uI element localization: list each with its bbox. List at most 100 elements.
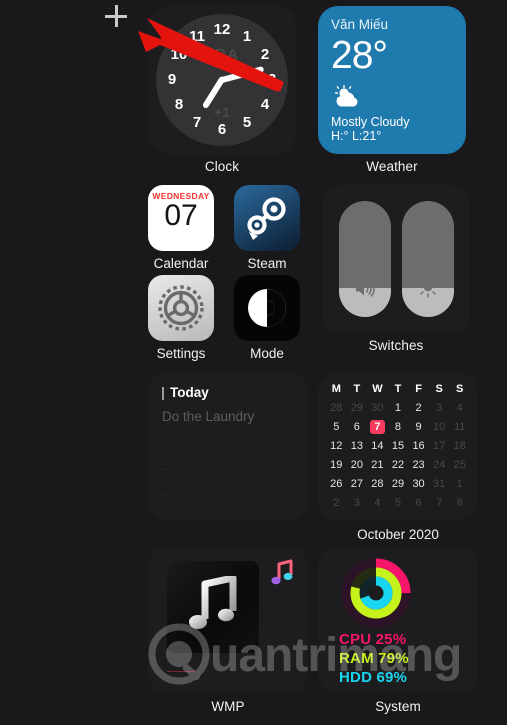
brightness-icon [402, 276, 454, 303]
calendar-day[interactable]: 30 [408, 477, 429, 491]
calendar-day[interactable]: 29 [347, 401, 368, 415]
wmp-widget[interactable] [148, 546, 308, 694]
calendar-day[interactable]: 6 [408, 496, 429, 510]
system-widget-cell[interactable]: CPU 25% RAM 79% HDD 69% System [318, 546, 478, 714]
calendar-day[interactable]: 1 [388, 401, 409, 415]
calendar-day[interactable]: 22 [388, 458, 409, 472]
cpu-usage-label: CPU 25% [339, 631, 407, 648]
clock-timezone-label: FRA [205, 46, 239, 63]
calendar-day[interactable]: 20 [347, 458, 368, 472]
calendar-day[interactable]: 16 [408, 439, 429, 453]
clock-widget-cell[interactable]: 12 1 2 3 4 5 6 7 8 9 10 11 FRA +1 Clock [148, 6, 296, 174]
calendar-day[interactable]: 5 [388, 496, 409, 510]
ram-usage-label: RAM 79% [339, 650, 409, 667]
weekday-header: S [435, 383, 443, 395]
calendar-day[interactable]: 9 [408, 420, 429, 434]
calendar-day[interactable]: 10 [429, 420, 450, 434]
clock-number: 3 [267, 71, 277, 88]
switches-widget-cell[interactable]: Switches [322, 185, 470, 353]
clock-number: 6 [217, 121, 227, 138]
calendar-day[interactable]: 2 [326, 496, 347, 510]
settings-app-label: Settings [156, 346, 206, 361]
month-weekday-header-row: M T W T F S S [326, 383, 470, 395]
calendar-day[interactable]: 29 [388, 477, 409, 491]
reminders-widget[interactable]: Today Do the Laundry – – – – [148, 372, 308, 520]
calendar-day[interactable]: 14 [367, 439, 388, 453]
mode-app-icon[interactable] [234, 275, 300, 341]
system-widget[interactable]: CPU 25% RAM 79% HDD 69% [318, 546, 478, 694]
calendar-day[interactable]: 1 [449, 477, 470, 491]
calendar-day[interactable]: 31 [429, 477, 450, 491]
settings-app-icon[interactable] [148, 275, 214, 341]
calendar-day[interactable]: 24 [429, 458, 450, 472]
settings-app-cell[interactable]: Settings [148, 275, 214, 361]
clock-widget[interactable]: 12 1 2 3 4 5 6 7 8 9 10 11 FRA +1 [148, 6, 296, 154]
add-widget-button[interactable] [104, 4, 128, 28]
volume-slider[interactable] [338, 201, 391, 317]
calendar-day[interactable]: 2 [408, 401, 429, 415]
month-calendar-caption: October 2020 [357, 527, 439, 542]
calendar-day[interactable]: 8 [388, 420, 409, 434]
calendar-day-selected[interactable]: 7 [367, 420, 388, 434]
calendar-day[interactable]: 15 [388, 439, 409, 453]
wmp-widget-cell[interactable]: WMP [148, 546, 308, 714]
calendar-day[interactable]: 5 [326, 420, 347, 434]
music-note-icon [189, 576, 237, 629]
month-calendar-widget[interactable]: M T W T F S S 28 29 30 1 2 3 4 5 6 7 8 9 10 11 12 13 14 1… [318, 372, 478, 520]
weekday-header: S [456, 383, 464, 395]
apple-music-icon [271, 559, 295, 592]
widget-row-4: Today Do the Laundry – – – – M T W T F S… [148, 372, 478, 542]
calendar-day[interactable]: 26 [326, 477, 347, 491]
calendar-day[interactable]: 30 [367, 401, 388, 415]
reminders-placeholder: – [162, 435, 170, 450]
calendar-day[interactable]: 28 [326, 401, 347, 415]
calendar-day[interactable]: 23 [408, 458, 429, 472]
widget-row-3: Settings Mode [148, 275, 300, 361]
calendar-day[interactable]: 28 [367, 477, 388, 491]
calendar-day[interactable]: 6 [347, 420, 368, 434]
calendar-day[interactable]: 11 [449, 420, 470, 434]
widget-desktop-screen: 12 1 2 3 4 5 6 7 8 9 10 11 FRA +1 Clock … [0, 0, 507, 725]
calendar-day[interactable]: 3 [347, 496, 368, 510]
calendar-day[interactable]: 18 [449, 439, 470, 453]
weather-widget-cell[interactable]: Văn Miếu 28° Mostly Cloudy H:° L:21° Wea… [318, 6, 466, 174]
calendar-app-label: Calendar [153, 256, 209, 271]
weekday-header: T [353, 383, 361, 395]
month-day-grid[interactable]: 28 29 30 1 2 3 4 5 6 7 8 9 10 11 12 13 14 15 16 17 18 19 20 21 2… [326, 401, 470, 510]
calendar-day[interactable]: 13 [347, 439, 368, 453]
calendar-day[interactable]: 27 [347, 477, 368, 491]
widget-row-1: 12 1 2 3 4 5 6 7 8 9 10 11 FRA +1 Clock … [148, 6, 466, 174]
system-widget-caption: System [375, 699, 421, 714]
calendar-icon-day: 07 [164, 199, 198, 232]
calendar-day[interactable]: 7 [429, 496, 450, 510]
brightness-slider[interactable] [401, 201, 454, 317]
calendar-day[interactable]: 4 [449, 401, 470, 415]
calendar-day[interactable]: 25 [449, 458, 470, 472]
calendar-day[interactable]: 21 [367, 458, 388, 472]
calendar-day[interactable]: 3 [429, 401, 450, 415]
reminders-widget-cell[interactable]: Today Do the Laundry – – – – [148, 372, 308, 542]
steam-app-icon[interactable] [234, 185, 300, 251]
weather-temperature: 28° [331, 34, 388, 77]
month-calendar-widget-cell[interactable]: M T W T F S S 28 29 30 1 2 3 4 5 6 7 8 9 10 11 12 13 14 1… [318, 372, 478, 542]
mode-app-cell[interactable]: Mode [234, 275, 300, 361]
widget-row-5: WMP CPU 25% RAM 79% HDD 69% System [148, 546, 478, 714]
clock-offset-label: +1 [214, 104, 230, 120]
calendar-day[interactable]: 19 [326, 458, 347, 472]
weekday-header: F [415, 383, 422, 395]
clock-number: 11 [189, 28, 205, 45]
weather-widget[interactable]: Văn Miếu 28° Mostly Cloudy H:° L:21° [318, 6, 466, 154]
calendar-day[interactable]: 17 [429, 439, 450, 453]
weather-condition: Mostly Cloudy [331, 115, 410, 129]
wmp-progress-bar[interactable] [167, 670, 195, 672]
reminders-task[interactable]: Do the Laundry [162, 409, 294, 424]
calendar-day[interactable]: 8 [449, 496, 470, 510]
clock-number: 1 [242, 28, 252, 45]
calendar-day[interactable]: 4 [367, 496, 388, 510]
wmp-widget-caption: WMP [211, 699, 245, 714]
calendar-app-icon[interactable]: WEDNESDAY 07 [148, 185, 214, 251]
switches-widget[interactable] [322, 185, 470, 333]
calendar-day[interactable]: 12 [326, 439, 347, 453]
weekday-header: W [372, 383, 383, 395]
wmp-album-art [167, 561, 259, 653]
